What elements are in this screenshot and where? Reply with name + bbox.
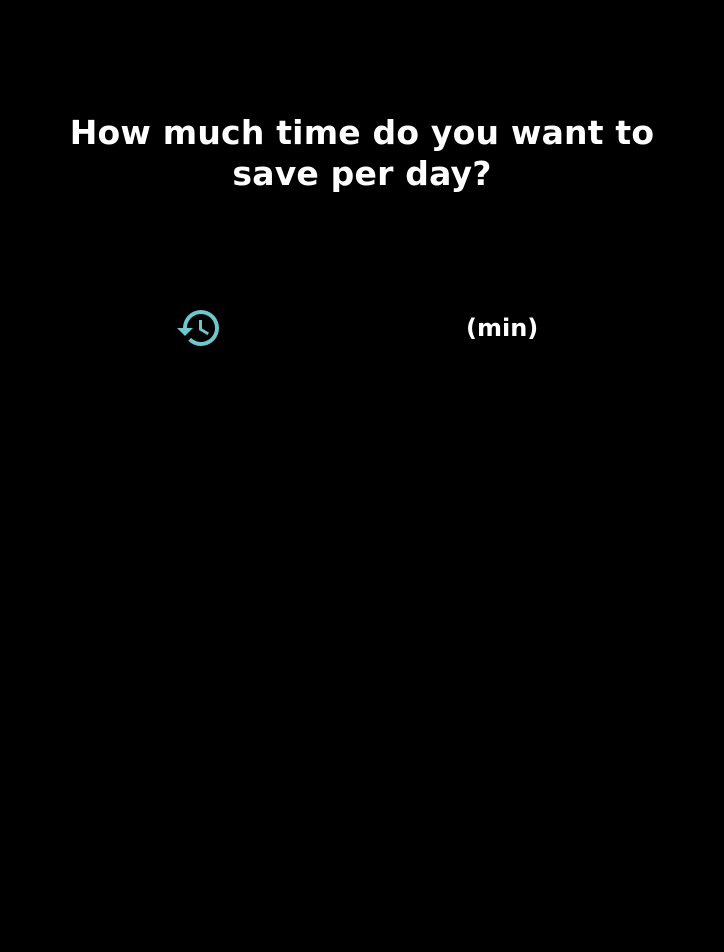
page-title: How much time do you want to save per da… <box>69 113 655 193</box>
history-icon <box>177 310 219 346</box>
unit-label: (min) <box>466 314 539 342</box>
onboarding-screen: How much time do you want to save per da… <box>0 0 724 952</box>
minutes-input[interactable] <box>240 308 460 348</box>
time-input-row: (min) <box>170 300 570 356</box>
